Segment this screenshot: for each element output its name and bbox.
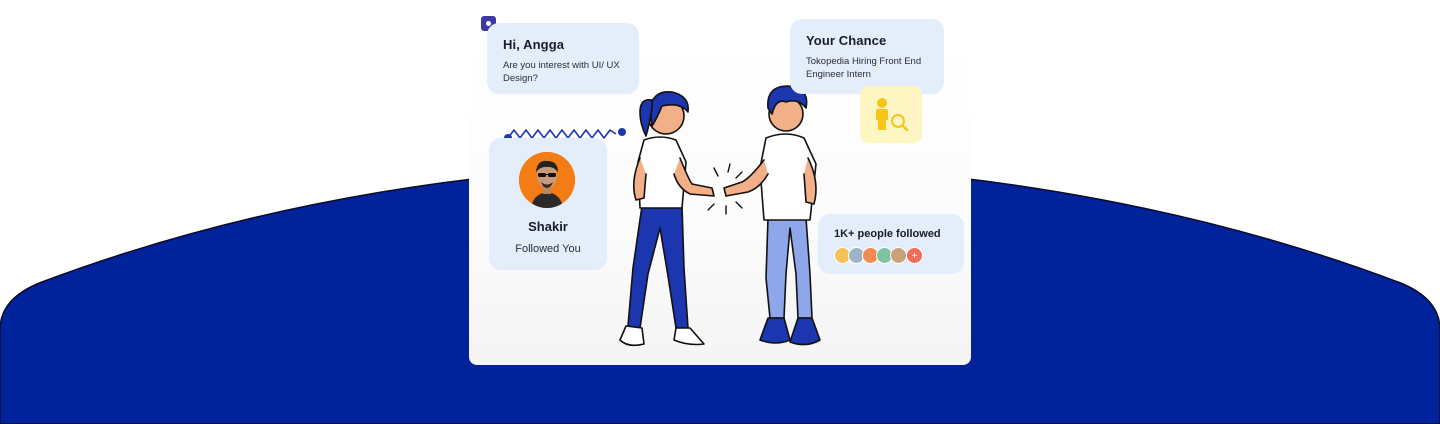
greeting-card: Hi, Angga Are you interest with UI/ UX D…	[487, 23, 639, 94]
greeting-title: Hi, Angga	[503, 37, 565, 52]
mini-avatar	[890, 247, 907, 264]
job-search-badge	[860, 86, 922, 143]
greeting-message: Are you interest with UI/ UX Design?	[503, 60, 620, 84]
person-photo-icon	[519, 152, 575, 208]
follower-status: Followed You	[515, 243, 581, 255]
people-followed-title: 1K+ people followed	[834, 228, 941, 240]
people-followed-card[interactable]: 1K+ people followed +	[818, 214, 964, 274]
follower-card[interactable]: Shakir Followed You	[489, 138, 607, 270]
job-chance-card[interactable]: Your Chance Tokopedia Hiring Front End E…	[790, 19, 944, 94]
avatar-stack: +	[834, 247, 948, 265]
job-chance-title: Your Chance	[806, 33, 887, 48]
hero-stage: Hi, Angga Are you interest with UI/ UX D…	[0, 0, 1440, 424]
more-people-badge[interactable]: +	[906, 247, 923, 264]
job-search-icon	[876, 98, 909, 132]
handshake-illustration-icon	[619, 85, 821, 347]
follower-name: Shakir	[528, 219, 568, 234]
job-chance-message: Tokopedia Hiring Front End Engineer Inte…	[806, 56, 922, 80]
follower-avatar	[519, 152, 575, 208]
